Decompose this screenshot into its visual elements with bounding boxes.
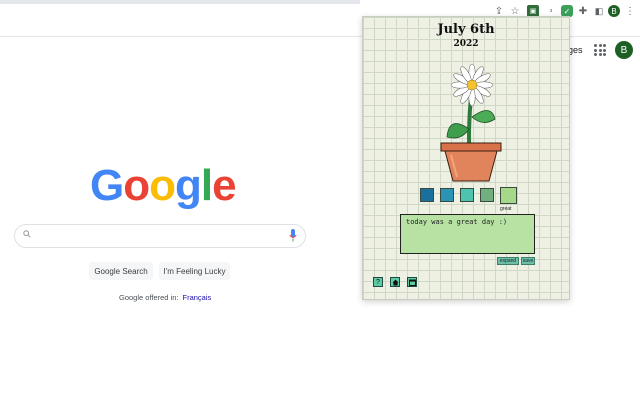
menu-kebab-icon[interactable]: ⋮ xyxy=(624,5,636,17)
profile-avatar-small[interactable]: B xyxy=(608,5,620,17)
calendar-glyph-icon xyxy=(408,279,416,286)
calendar-icon[interactable] xyxy=(407,277,417,287)
mood-swatch-2[interactable] xyxy=(440,188,454,202)
mood-swatch-4[interactable] xyxy=(480,188,494,202)
journal-extension-popup: July 6th 2022 great today was a great da… xyxy=(362,16,570,300)
mic-icon[interactable] xyxy=(289,229,297,242)
home-icon[interactable] xyxy=(390,277,400,287)
expand-button[interactable]: expand xyxy=(497,257,519,265)
mood-swatch-1[interactable] xyxy=(420,188,434,202)
offered-in-line: Google offered in: Français xyxy=(119,293,211,302)
search-icon xyxy=(23,230,31,238)
entry-date: July 6th xyxy=(437,22,495,37)
language-link-francais[interactable]: Français xyxy=(183,293,212,302)
house-icon xyxy=(392,279,398,285)
google-logo: Google xyxy=(90,161,237,210)
mood-swatches xyxy=(420,187,520,208)
sidebar-icon[interactable]: ◧ xyxy=(593,5,605,17)
extensions-puzzle-icon[interactable]: ✚ xyxy=(577,5,589,17)
search-input[interactable] xyxy=(14,224,306,248)
images-link[interactable]: ges xyxy=(568,45,583,55)
potted-daisy-illustration xyxy=(440,63,502,182)
apps-grid-icon[interactable] xyxy=(594,44,606,56)
help-icon[interactable]: ? xyxy=(373,277,383,287)
selected-mood-label: great xyxy=(500,206,512,212)
mood-swatch-5-selected[interactable] xyxy=(500,187,517,204)
journal-textarea[interactable]: today was a great day :) xyxy=(400,214,535,254)
account-avatar[interactable]: B xyxy=(615,41,633,59)
feeling-lucky-button[interactable]: I'm Feeling Lucky xyxy=(159,262,230,280)
entry-year: 2022 xyxy=(453,39,479,49)
google-search-button[interactable]: Google Search xyxy=(89,262,153,280)
save-button[interactable]: save xyxy=(521,257,535,265)
mood-swatch-3[interactable] xyxy=(460,188,474,202)
tab-strip xyxy=(0,0,360,4)
offered-in-text: Google offered in: xyxy=(119,293,179,302)
